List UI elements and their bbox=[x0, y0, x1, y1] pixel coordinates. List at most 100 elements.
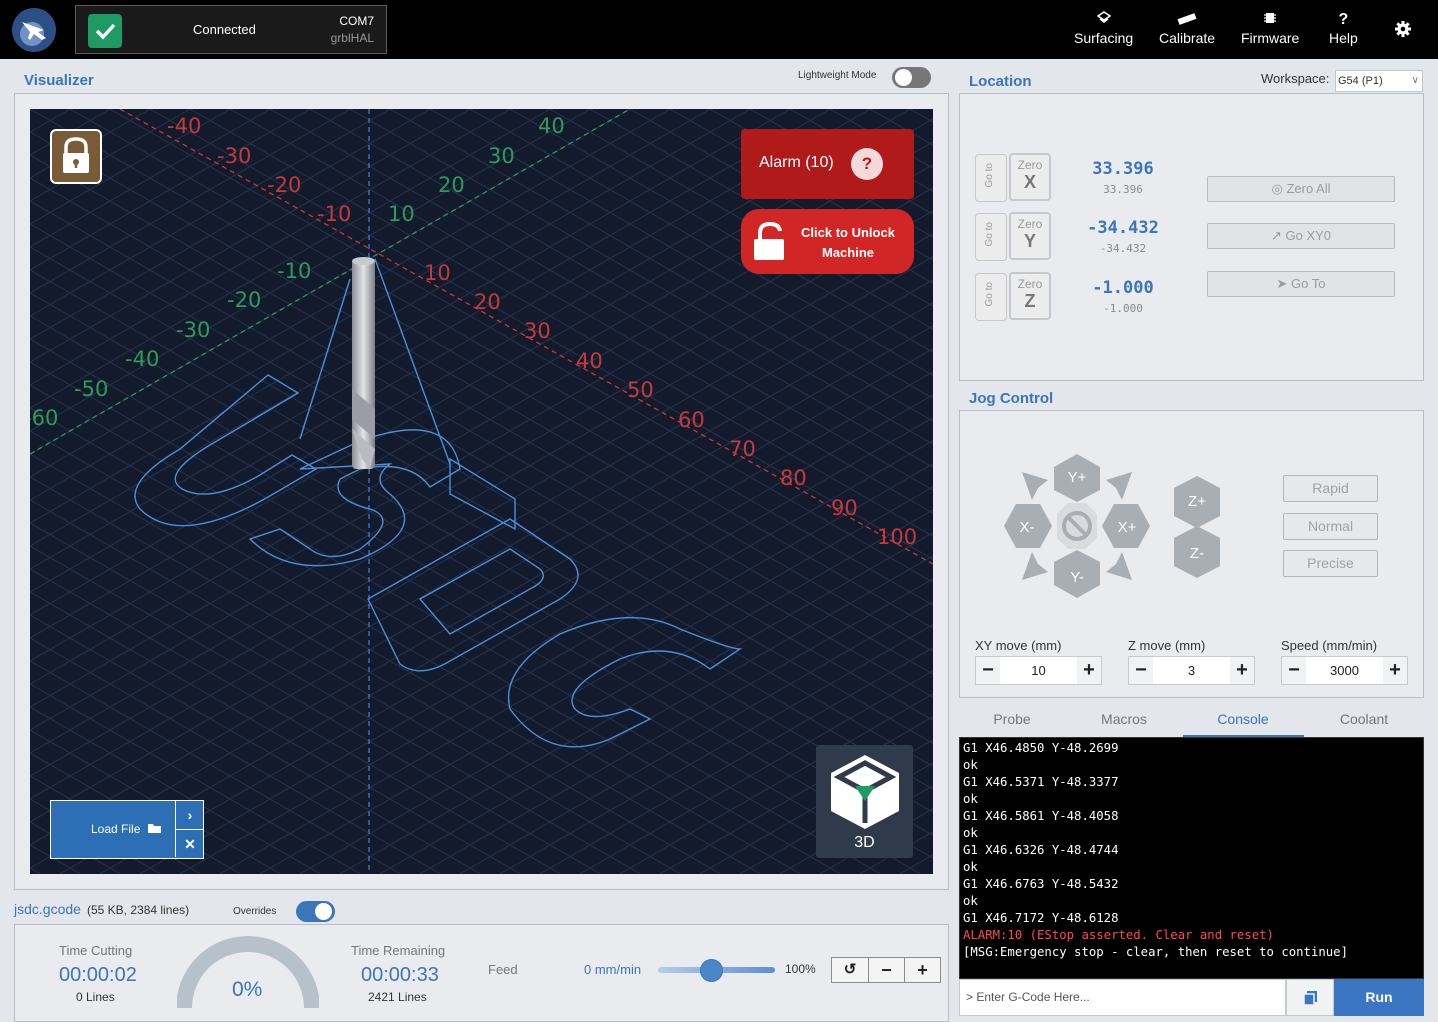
tab-console[interactable]: Console bbox=[1183, 711, 1303, 727]
speed-stepper: − 3000 + bbox=[1281, 656, 1408, 685]
feed-label: Feed bbox=[488, 962, 518, 977]
undo-icon: ↺ bbox=[843, 961, 857, 978]
z-move-label: Z move (mm) bbox=[1128, 638, 1206, 653]
time-remaining-value: 00:00:33 bbox=[361, 964, 439, 986]
feed-override-handle[interactable] bbox=[700, 959, 723, 982]
xy-move-increment[interactable]: + bbox=[1077, 657, 1101, 684]
x-machine-position: 33.396 bbox=[1103, 183, 1143, 196]
jog-diag-down-left-button[interactable] bbox=[1022, 552, 1048, 580]
time-cutting-value: 00:00:02 bbox=[59, 964, 137, 986]
x-axis-tick-label: -40 bbox=[167, 114, 201, 138]
lightweight-mode-toggle[interactable] bbox=[892, 67, 931, 88]
x-axis-tick-label: 70 bbox=[729, 437, 756, 461]
x-axis-tick-label: 50 bbox=[627, 378, 654, 402]
progress-percent: 0% bbox=[232, 978, 263, 1001]
z-move-input[interactable]: 3 bbox=[1153, 657, 1230, 684]
folder-icon bbox=[147, 822, 163, 840]
surfacing-icon bbox=[1074, 10, 1133, 30]
jog-x-minus-label: X- bbox=[1020, 519, 1035, 536]
nav-firmware[interactable]: Firmware bbox=[1241, 10, 1299, 46]
jog-z-minus-label: Z- bbox=[1190, 545, 1204, 562]
speed-decrement[interactable]: − bbox=[1282, 657, 1306, 684]
xy-move-input[interactable]: 10 bbox=[1000, 657, 1077, 684]
zero-y-button[interactable]: Zero Y bbox=[1009, 212, 1051, 260]
jog-rapid-button[interactable]: Rapid bbox=[1283, 475, 1378, 502]
location-title: Location bbox=[969, 73, 1032, 90]
z-move-decrement[interactable]: − bbox=[1129, 657, 1153, 684]
load-file-button[interactable]: Load File bbox=[51, 801, 175, 858]
feed-override-percent: 100% bbox=[785, 962, 816, 976]
console-line: ok bbox=[963, 758, 978, 772]
zero-all-button[interactable]: ◎ Zero All bbox=[1207, 176, 1395, 202]
y-axis-tick-label: -20 bbox=[227, 288, 261, 312]
nav-calibrate[interactable]: Calibrate bbox=[1159, 10, 1215, 46]
go-to-y-button[interactable]: Go to bbox=[975, 213, 1007, 261]
go-to-button[interactable]: ➤ Go To bbox=[1207, 271, 1395, 297]
tab-probe[interactable]: Probe bbox=[952, 711, 1072, 727]
lines-remaining: 2421 Lines bbox=[368, 990, 427, 1004]
jog-precise-button[interactable]: Precise bbox=[1283, 550, 1378, 577]
unlock-machine-label: Click to Unlock Machine bbox=[801, 225, 895, 260]
workspace-select[interactable]: G54 (P1) ∨ bbox=[1335, 70, 1423, 92]
view-3d-button[interactable]: 3D bbox=[816, 745, 913, 858]
increase-override-button[interactable]: + bbox=[904, 958, 940, 982]
speed-increment[interactable]: + bbox=[1383, 657, 1407, 684]
tab-coolant[interactable]: Coolant bbox=[1304, 711, 1424, 727]
zero-z-button[interactable]: Zero Z bbox=[1009, 272, 1051, 320]
console-line: G1 X46.6326 Y-48.4744 bbox=[963, 843, 1119, 857]
run-button[interactable]: Run bbox=[1334, 979, 1424, 1016]
visualizer-title: Visualizer bbox=[24, 72, 94, 89]
x-axis-tick-label: 30 bbox=[524, 319, 551, 343]
console-line: G1 X46.6763 Y-48.5432 bbox=[963, 877, 1119, 891]
y-axis-tick-label: -60 bbox=[30, 406, 58, 430]
console-line: G1 X46.5861 Y-48.4058 bbox=[963, 809, 1119, 823]
xy-move-decrement[interactable]: − bbox=[976, 657, 1000, 684]
workspace-label: Workspace: bbox=[1261, 71, 1330, 86]
gcode-input[interactable]: > Enter G-Code Here... bbox=[959, 979, 1286, 1016]
alarm-label: Alarm (10) bbox=[759, 154, 834, 171]
recent-files-button[interactable]: › bbox=[175, 801, 204, 829]
overrides-toggle[interactable] bbox=[296, 901, 335, 922]
x-axis-tick-label: 20 bbox=[474, 290, 501, 314]
jog-normal-button[interactable]: Normal bbox=[1283, 513, 1378, 540]
y-work-position[interactable]: -34.432 bbox=[1073, 218, 1173, 238]
z-move-stepper: − 3 + bbox=[1128, 656, 1255, 685]
nav-surfacing[interactable]: Surfacing bbox=[1074, 10, 1133, 46]
overrides-label: Overrides bbox=[233, 906, 277, 917]
feed-override-buttons: ↺ − + bbox=[831, 957, 941, 983]
console-line: ok bbox=[963, 792, 978, 806]
jog-diag-down-right-button[interactable] bbox=[1106, 552, 1132, 580]
lock-icon[interactable] bbox=[50, 129, 102, 184]
jog-control-title: Jog Control bbox=[969, 390, 1054, 407]
connection-status[interactable]: Connected COM7 grblHAL bbox=[75, 5, 387, 54]
z-move-increment[interactable]: + bbox=[1230, 657, 1254, 684]
console-output[interactable]: G1 X46.4850 Y-48.2699 ok G1 X46.5371 Y-4… bbox=[959, 737, 1424, 979]
copy-button[interactable] bbox=[1286, 979, 1334, 1016]
decrease-override-button[interactable]: − bbox=[868, 958, 904, 982]
x-work-position[interactable]: 33.396 bbox=[1073, 159, 1173, 179]
alarm-help-icon[interactable]: ? bbox=[851, 148, 883, 180]
nav-surfacing-label: Surfacing bbox=[1074, 30, 1134, 46]
gear-icon[interactable] bbox=[1394, 20, 1412, 38]
reset-override-button[interactable]: ↺ bbox=[832, 958, 868, 982]
close-file-button[interactable]: ✕ bbox=[175, 829, 204, 857]
go-to-x-button[interactable]: Go to bbox=[975, 154, 1007, 202]
chevron-right-icon: › bbox=[187, 807, 193, 823]
tab-macros[interactable]: Macros bbox=[1064, 711, 1184, 727]
jog-diag-up-left-button[interactable] bbox=[1022, 472, 1048, 500]
go-to-z-button[interactable]: Go to bbox=[975, 273, 1007, 321]
unlock-machine-button[interactable]: Click to Unlock Machine bbox=[741, 209, 914, 274]
jog-diag-up-right-button[interactable] bbox=[1106, 472, 1132, 500]
y-axis-tick-label: 10 bbox=[388, 202, 415, 226]
go-xy0-button[interactable]: ↗ Go XY0 bbox=[1207, 223, 1395, 249]
chevron-down-icon: ∨ bbox=[1411, 75, 1419, 86]
firmware-label: grblHAL bbox=[330, 31, 374, 45]
speed-input[interactable]: 3000 bbox=[1306, 657, 1383, 684]
zero-x-button[interactable]: Zero X bbox=[1009, 153, 1051, 201]
nav-help[interactable]: ? Help bbox=[1329, 10, 1358, 46]
jog-x-plus-label: X+ bbox=[1118, 519, 1137, 536]
z-work-position[interactable]: -1.000 bbox=[1073, 278, 1173, 298]
z-machine-position: -1.000 bbox=[1103, 302, 1143, 315]
alarm-banner[interactable]: Alarm (10) ? bbox=[741, 129, 914, 199]
x-axis-tick-label: 90 bbox=[831, 496, 858, 520]
